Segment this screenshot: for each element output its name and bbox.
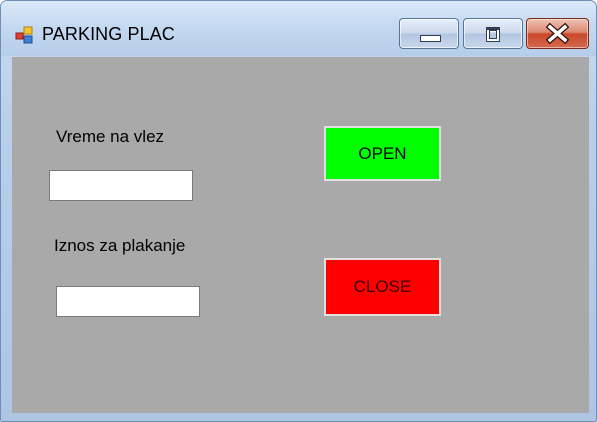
amount-input[interactable] <box>56 286 200 317</box>
minimize-icon <box>420 35 441 42</box>
close-icon <box>545 22 570 45</box>
app-window: PARKING PLAC Vreme na vlez Iznos za plak… <box>0 0 597 422</box>
form-client-area: Vreme na vlez Iznos za plakanje OPEN CLO… <box>12 57 589 413</box>
minimize-button[interactable] <box>399 18 459 49</box>
close-window-button[interactable] <box>526 18 589 49</box>
window-title: PARKING PLAC <box>42 24 175 44</box>
maximize-icon <box>486 27 500 42</box>
maximize-button[interactable] <box>463 18 523 49</box>
close-button[interactable]: CLOSE <box>324 258 441 316</box>
title-bar[interactable]: PARKING PLAC <box>1 1 596 56</box>
app-icon[interactable] <box>15 26 33 44</box>
entry-time-label: Vreme na vlez <box>56 127 165 146</box>
open-button[interactable]: OPEN <box>324 126 441 181</box>
amount-label: Iznos za plakanje <box>54 236 186 255</box>
entry-time-input[interactable] <box>49 170 193 201</box>
